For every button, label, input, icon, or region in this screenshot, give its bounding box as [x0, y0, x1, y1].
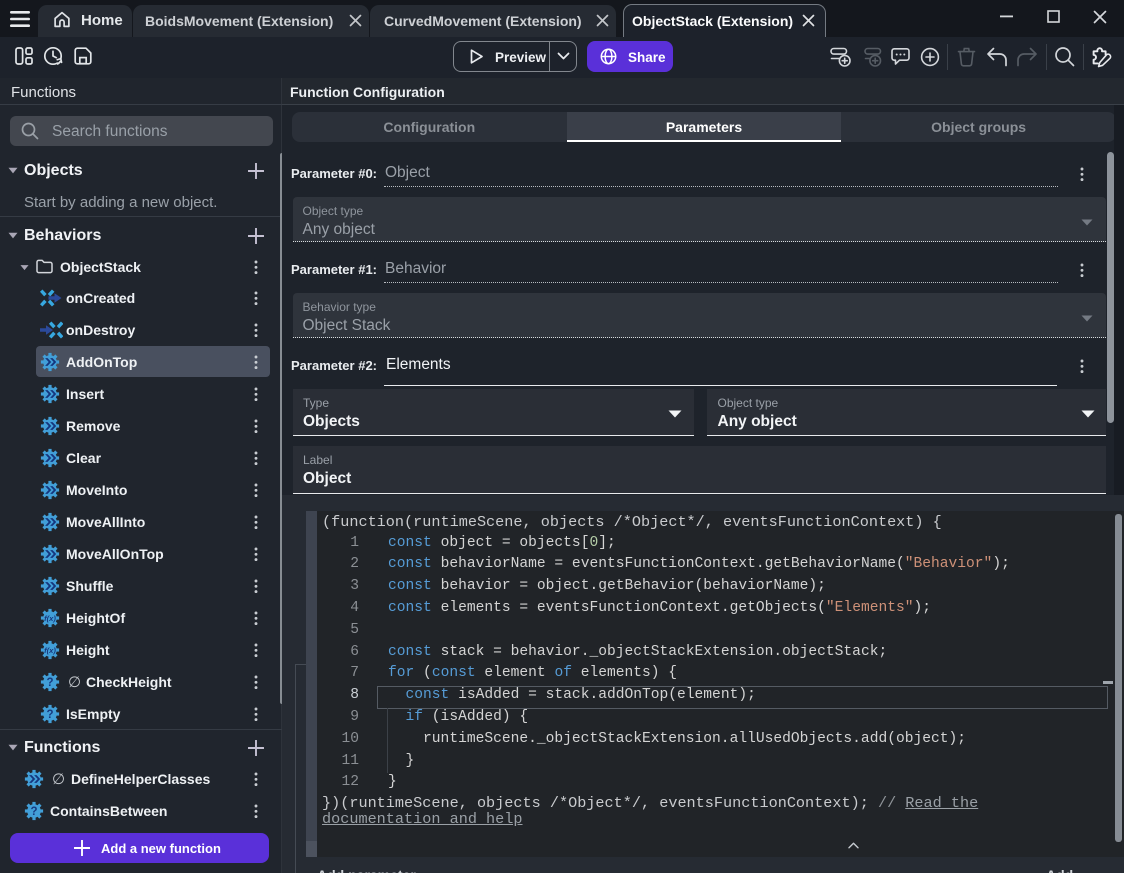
svg-text:?: ?: [46, 677, 53, 689]
svg-text:?: ?: [46, 709, 53, 721]
svg-text:f(x): f(x): [44, 646, 56, 655]
svg-text:f(x): f(x): [44, 614, 56, 623]
svg-text:?: ?: [30, 806, 37, 818]
